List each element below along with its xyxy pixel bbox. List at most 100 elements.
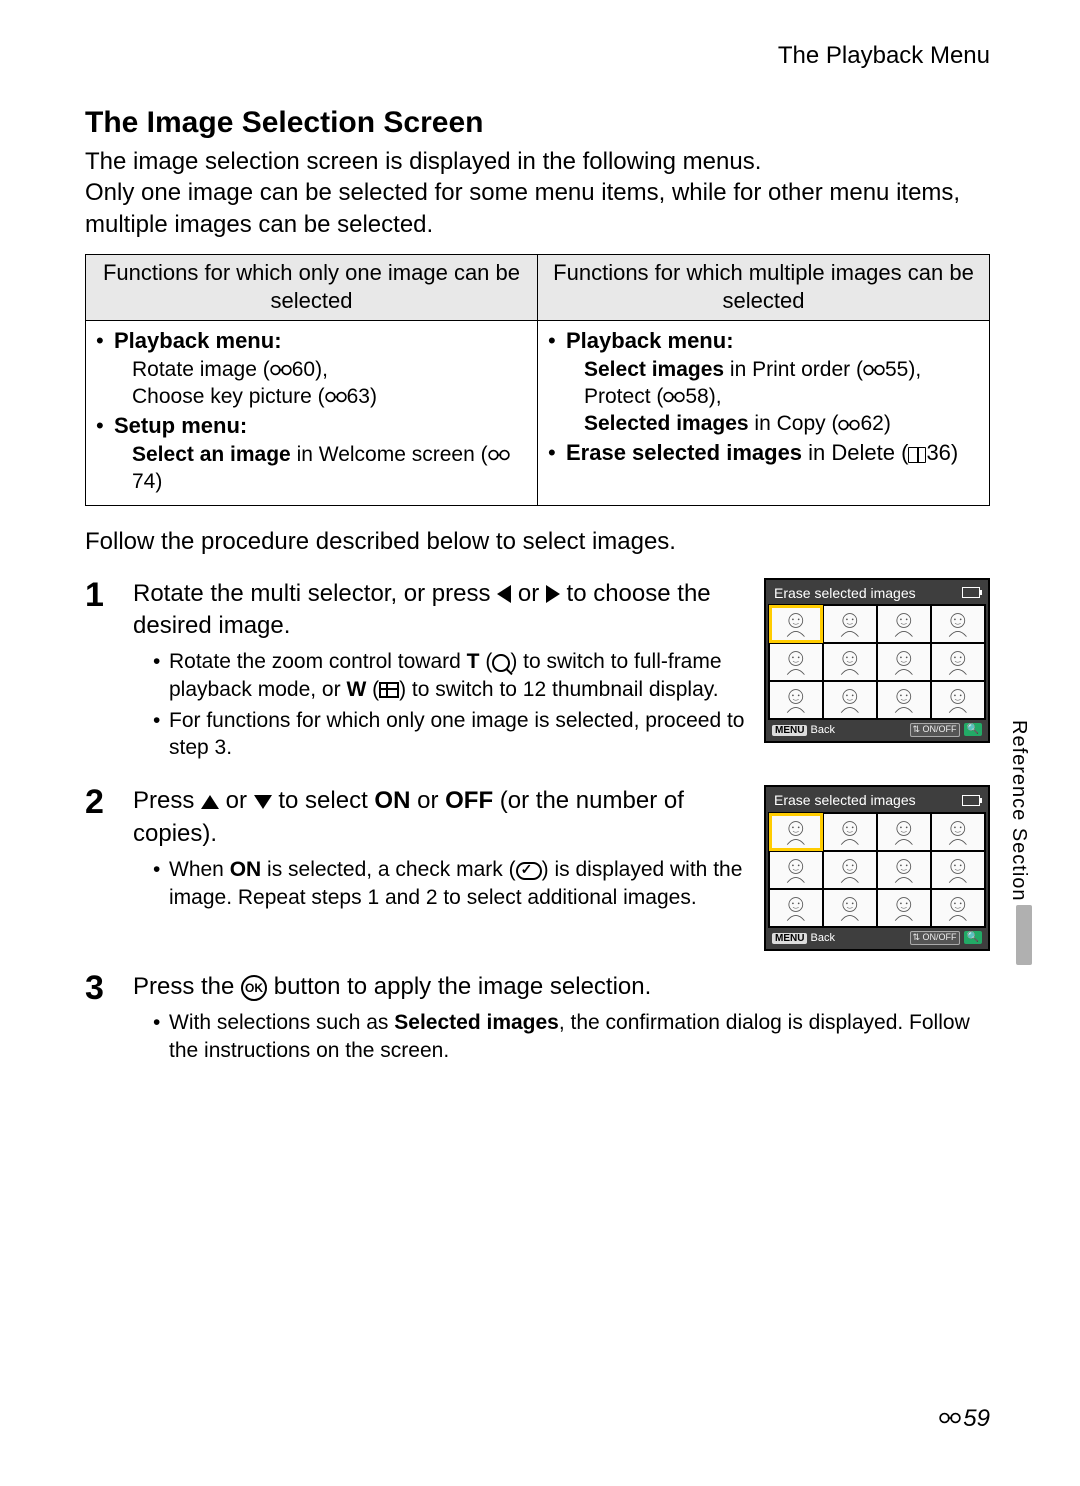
left-rotate-post: ), [315,358,328,381]
back-label: Back [811,724,835,736]
left-keypic-post: ) [370,385,377,408]
back-label: Back [811,932,835,944]
left-rotate-pre: Rotate image ( [132,358,270,381]
left-cell: Playback menu: Rotate image ( 60), Choose… [86,320,538,505]
checkmark-icon [516,862,542,880]
down-arrow-icon [254,795,272,809]
right-cell: Playback menu: Select images in Print or… [538,320,990,505]
step-2: 2 Press or to select ON or OFF (or the n… [85,785,990,950]
thumbnail [931,605,985,643]
thumbnail [877,681,931,719]
side-tab-label: Reference Section [1006,720,1032,902]
lcd-screenshot-1: Erase selected images [764,578,990,743]
right-selected-ref: 62 [860,412,883,435]
s1-head-pre: Rotate the multi selector, or press [133,580,497,607]
thumbnail [931,813,985,851]
battery-icon [962,587,980,598]
s2-head-pre: Press [133,787,201,814]
s1-b1-W: W [346,678,366,701]
s2-head-seg: to select [272,787,375,814]
main-heading: The Image Selection Screen [85,103,990,142]
s2-b1-on: ON [230,858,262,881]
ref-icon [270,362,292,378]
thumbnail-1-selected-checked [769,813,823,851]
thumbnail [877,605,931,643]
right-protect-pre: Protect ( [584,385,663,408]
s3-b1-pre: With selections such as [169,1011,394,1034]
s2-head-or: or [410,787,445,814]
s2-head-off: OFF [445,787,493,814]
onoff-indicator: ⇅ ON/OFF [910,723,960,737]
left-keypic-pre: Choose key picture ( [132,385,325,408]
s2-b1-pre: When [169,858,230,881]
right-erase-tail: in Delete ( [802,440,908,465]
left-setup-label: Setup menu: [114,413,247,438]
ref-icon [939,1410,961,1426]
thumbnail-grid-icon [379,682,399,698]
s3-head-post: button to apply the image selection. [267,973,651,1000]
intro-line1: The image selection screen is displayed … [85,146,990,177]
s2-head-on: ON [374,787,410,814]
s1-b1-T: T [467,650,480,673]
menu-tag: MENU [772,725,807,736]
lcd2-title: Erase selected images [774,791,916,809]
right-playback-label: Playback menu: [566,328,734,353]
right-selimg-post: ), [908,358,921,381]
step-2-heading: Press or to select ON or OFF (or the num… [133,785,746,850]
ref-icon [838,417,860,433]
step-1-heading: Rotate the multi selector, or press or t… [133,578,746,643]
step-3-bullet-1: With selections such as Selected images,… [153,1009,990,1064]
thumbnail [931,643,985,681]
step-3-number: 3 [85,971,119,1068]
s2-head-mid: or [219,787,254,814]
left-welcome-ref: 74 [132,470,155,493]
right-arrow-icon [546,585,560,603]
menu-tag: MENU [772,933,807,944]
right-selected-post: ) [884,412,891,435]
lcd1-title: Erase selected images [774,584,916,602]
step-3: 3 Press the OK button to apply the image… [85,971,990,1068]
s3-b1-bold: Selected images [394,1011,559,1034]
left-rotate-ref: 60 [292,358,315,381]
thumbnail [877,813,931,851]
right-selimg-ref: 55 [885,358,908,381]
step-3-heading: Press the OK button to apply the image s… [133,971,990,1003]
thumbnail [931,851,985,889]
thumbnail [769,889,823,927]
thumbnail [823,605,877,643]
magnify-icon [492,654,510,672]
thumbnail [823,851,877,889]
thumbnail [823,643,877,681]
side-tab-strip [1016,905,1032,965]
follow-text: Follow the procedure described below to … [85,526,990,557]
s1-b1-w-post: ( [366,678,379,701]
zoom-indicator-icon: 🔍 [964,723,982,736]
onoff-indicator: ⇅ ON/OFF [910,931,960,945]
thumbnail [877,851,931,889]
ref-icon [663,389,685,405]
right-selected-tail: in Copy ( [749,412,839,435]
thumbnail [769,681,823,719]
ref-icon [325,389,347,405]
thumbnail [769,643,823,681]
col2-header: Functions for which multiple images can … [538,254,990,320]
s1-b1-t-post: ( [479,650,492,673]
left-welcome-tail: in Welcome screen ( [291,443,488,466]
ok-button-icon: OK [241,975,267,1001]
right-erase-post: ) [951,440,958,465]
right-selimg-tail: in Print order ( [724,358,863,381]
ref-icon [863,362,885,378]
step-1-bullet-1: Rotate the zoom control toward T () to s… [153,648,746,703]
battery-icon [962,795,980,806]
thumbnail [877,889,931,927]
intro-line2: Only one image can be selected for some … [85,177,990,239]
left-keypic-ref: 63 [347,385,370,408]
right-erase-bold: Erase selected images [566,440,802,465]
thumbnail [823,813,877,851]
step-1-bullet-2: For functions for which only one image i… [153,707,746,762]
step-2-number: 2 [85,785,119,950]
right-protect-ref: 58 [685,385,708,408]
step-2-bullet-1: When ON is selected, a check mark () is … [153,856,746,911]
left-playback-label: Playback menu: [114,328,282,353]
thumbnail [931,681,985,719]
